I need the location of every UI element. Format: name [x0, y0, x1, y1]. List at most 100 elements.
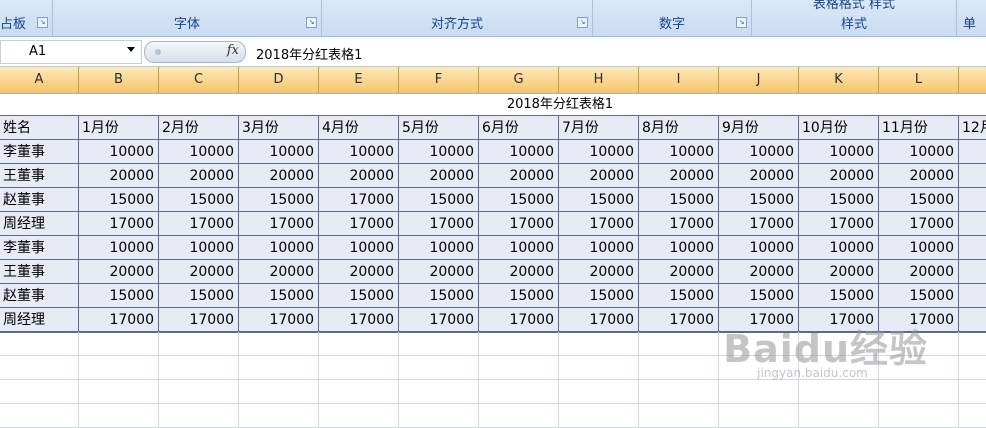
column-header-g[interactable]: G	[479, 67, 559, 93]
cell-value[interactable]: 15000	[639, 284, 719, 308]
header-cell-month[interactable]: 8月份	[639, 116, 719, 140]
resize-handle-icon[interactable]	[155, 49, 161, 55]
cell-value-empty[interactable]	[959, 212, 986, 236]
empty-cell[interactable]	[639, 404, 719, 428]
empty-cell[interactable]	[719, 404, 799, 428]
cell-value[interactable]: 10000	[799, 236, 879, 260]
cell-value[interactable]: 17000	[639, 212, 719, 236]
cell-value[interactable]: 20000	[559, 164, 639, 188]
cell-value[interactable]: 10000	[559, 140, 639, 164]
cell-value[interactable]: 10000	[639, 140, 719, 164]
empty-cell[interactable]	[399, 356, 479, 380]
cell-value[interactable]: 17000	[159, 212, 239, 236]
cell-value[interactable]: 20000	[799, 260, 879, 284]
cell-value[interactable]: 10000	[239, 236, 319, 260]
empty-cell[interactable]	[79, 356, 159, 380]
cell-value[interactable]: 20000	[479, 164, 559, 188]
empty-cell[interactable]	[559, 380, 639, 404]
empty-cell[interactable]	[399, 404, 479, 428]
cell-value[interactable]: 17000	[319, 212, 399, 236]
empty-cell[interactable]	[559, 356, 639, 380]
empty-cell[interactable]	[479, 356, 559, 380]
header-cell-month[interactable]: 5月份	[399, 116, 479, 140]
empty-cell[interactable]	[79, 380, 159, 404]
cell-value[interactable]: 15000	[239, 284, 319, 308]
cell-value[interactable]: 15000	[719, 188, 799, 212]
cell-value[interactable]: 17000	[319, 308, 399, 332]
cell-value[interactable]: 20000	[639, 164, 719, 188]
column-header-h[interactable]: H	[559, 67, 639, 93]
cell-name[interactable]: 赵董事	[0, 188, 79, 212]
column-header-f[interactable]: F	[399, 67, 479, 93]
cell-value[interactable]: 20000	[879, 164, 959, 188]
cell-value[interactable]: 10000	[879, 236, 959, 260]
cell-value[interactable]: 10000	[719, 236, 799, 260]
header-cell-month[interactable]: 11月份	[879, 116, 959, 140]
cell-value[interactable]: 17000	[479, 308, 559, 332]
cell-value[interactable]: 17000	[639, 308, 719, 332]
empty-cell[interactable]	[959, 404, 986, 428]
cell-value[interactable]: 10000	[479, 140, 559, 164]
cell-value[interactable]: 17000	[399, 308, 479, 332]
empty-cell[interactable]	[799, 404, 879, 428]
cell-value[interactable]: 20000	[319, 164, 399, 188]
cell-value[interactable]: 10000	[319, 236, 399, 260]
cell-value[interactable]: 10000	[239, 140, 319, 164]
cell-value-empty[interactable]	[959, 140, 986, 164]
empty-cell[interactable]	[639, 356, 719, 380]
empty-cell[interactable]	[319, 356, 399, 380]
cell-name[interactable]: 赵董事	[0, 284, 79, 308]
empty-cell[interactable]	[239, 404, 319, 428]
cell-value[interactable]: 10000	[399, 236, 479, 260]
cell-value[interactable]: 15000	[799, 284, 879, 308]
dialog-launcher-icon[interactable]: ↘	[736, 17, 747, 28]
cell-name[interactable]: 李董事	[0, 140, 79, 164]
cell-value[interactable]: 17000	[239, 308, 319, 332]
cell-value[interactable]: 10000	[399, 140, 479, 164]
column-header-a[interactable]: A	[0, 67, 79, 93]
cell-value[interactable]: 20000	[79, 260, 159, 284]
cell-name[interactable]: 周经理	[0, 308, 79, 332]
cell-value[interactable]: 20000	[399, 164, 479, 188]
cell-value[interactable]: 20000	[479, 260, 559, 284]
empty-cell[interactable]	[239, 380, 319, 404]
cell-value-empty[interactable]	[959, 188, 986, 212]
column-header-l[interactable]: L	[879, 67, 959, 93]
cell-value[interactable]: 20000	[719, 164, 799, 188]
empty-cell[interactable]	[879, 404, 959, 428]
cell-value-empty[interactable]	[959, 308, 986, 332]
cell-value-empty[interactable]	[959, 284, 986, 308]
cell-name[interactable]: 王董事	[0, 164, 79, 188]
cell-value[interactable]: 15000	[559, 188, 639, 212]
empty-cell[interactable]	[799, 380, 879, 404]
cell-value[interactable]: 15000	[479, 188, 559, 212]
cell-value[interactable]: 20000	[319, 260, 399, 284]
cell-value[interactable]: 17000	[79, 308, 159, 332]
dialog-launcher-icon[interactable]: ↘	[577, 17, 588, 28]
cell-value[interactable]: 10000	[879, 140, 959, 164]
header-cell-month[interactable]: 4月份	[319, 116, 399, 140]
empty-cell[interactable]	[399, 332, 479, 356]
cell-value[interactable]: 15000	[479, 284, 559, 308]
empty-cell[interactable]	[319, 332, 399, 356]
empty-cell[interactable]	[959, 356, 986, 380]
column-header-j[interactable]: J	[719, 67, 799, 93]
column-header-c[interactable]: C	[159, 67, 239, 93]
empty-cell[interactable]	[159, 332, 239, 356]
cell-value[interactable]: 20000	[79, 164, 159, 188]
cell-name[interactable]: 周经理	[0, 212, 79, 236]
cell-value[interactable]: 20000	[879, 260, 959, 284]
cell-value[interactable]: 20000	[799, 164, 879, 188]
empty-cell[interactable]	[319, 404, 399, 428]
cell-value[interactable]: 15000	[879, 284, 959, 308]
empty-cell[interactable]	[239, 332, 319, 356]
empty-cell[interactable]	[479, 404, 559, 428]
name-box[interactable]: A1	[0, 40, 142, 64]
cell-value[interactable]: 15000	[559, 284, 639, 308]
cell-value[interactable]: 15000	[719, 284, 799, 308]
cell-value[interactable]: 15000	[319, 284, 399, 308]
cell-value[interactable]: 20000	[399, 260, 479, 284]
cell-name[interactable]: 王董事	[0, 260, 79, 284]
formula-input[interactable]: 2018年分红表格1	[256, 44, 362, 63]
dialog-launcher-icon[interactable]: ↘	[37, 17, 48, 28]
